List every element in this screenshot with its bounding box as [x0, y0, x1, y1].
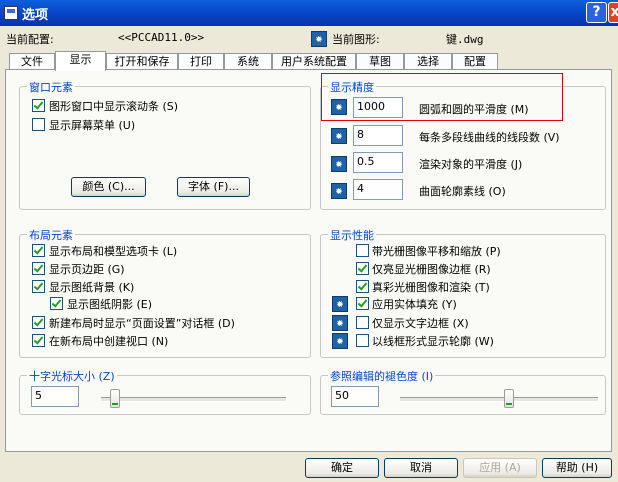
contour-lines-label: 曲面轮廓素线 (O) — [419, 185, 506, 198]
raster-frame-label: 仅亮显光栅图像边框 (R) — [372, 263, 491, 276]
layout-tabs-label: 显示布局和模型选项卡 (L) — [49, 245, 178, 258]
title-bar: 选项 ? x — [0, 0, 618, 26]
contour-lines-input[interactable]: 4 — [353, 179, 403, 200]
wireframe-silhouette-label: 以线框形式显示轮廓 (W) — [372, 335, 494, 348]
current-config-value: <<PCCAD11.0>> — [118, 31, 205, 44]
help-button[interactable]: 帮助 (H) — [542, 458, 612, 478]
tab-drafting[interactable]: 草图 — [356, 53, 404, 70]
current-drawing-value: 键.dwg — [446, 33, 484, 46]
wireframe-silhouette-checkbox[interactable] — [356, 334, 369, 347]
page-setup-label: 新建布局时显示“页面设置”对话框 (D) — [49, 317, 235, 330]
tab-profiles[interactable]: 配置 — [452, 53, 498, 70]
ok-button[interactable]: 确定 — [305, 458, 379, 478]
xref-fade-title: 参照编辑的褪色度 (I) — [328, 368, 436, 384]
help-title-button[interactable]: ? — [586, 2, 607, 23]
layout-tabs-checkbox[interactable] — [32, 244, 45, 257]
margins-checkbox[interactable] — [32, 262, 45, 275]
fonts-button[interactable]: 字体 (F)... — [177, 177, 250, 197]
tab-display[interactable]: 显示 — [55, 51, 106, 71]
layout-elements-title: 布局元素 — [27, 227, 75, 243]
margins-label: 显示页边距 (G) — [49, 263, 125, 276]
screen-menu-label: 显示屏幕菜单 (U) — [49, 119, 136, 132]
crosshair-slider-thumb[interactable] — [110, 389, 120, 408]
create-viewport-label: 在新布局中创建视口 (N) — [49, 335, 169, 348]
tab-open-save[interactable]: 打开和保存 — [106, 53, 178, 70]
paper-background-checkbox[interactable] — [32, 280, 45, 293]
paper-background-label: 显示图纸背景 (K) — [49, 281, 135, 294]
window-title: 选项 — [22, 8, 49, 23]
colors-button[interactable]: 颜色 (C)... — [71, 177, 146, 197]
scrollbars-label: 图形窗口中显示滚动条 (S) — [49, 100, 179, 113]
text-frame-label: 仅显示文字边框 (X) — [372, 317, 469, 330]
window-elements-title: 窗口元素 — [27, 79, 75, 95]
crosshair-size-title: 十字光标大小 (Z) — [27, 368, 117, 384]
tab-plot[interactable]: 打印 — [178, 53, 224, 70]
xref-fade-slider-thumb[interactable] — [504, 389, 514, 408]
render-smoothness-input[interactable]: 0.5 — [353, 152, 403, 173]
scrollbars-checkbox[interactable] — [32, 99, 45, 112]
screen-menu-checkbox[interactable] — [32, 118, 45, 131]
tab-user-preferences[interactable]: 用户系统配置 — [272, 53, 356, 70]
text-frame-icon — [332, 315, 348, 331]
solid-fill-checkbox[interactable] — [356, 297, 369, 310]
text-frame-checkbox[interactable] — [356, 316, 369, 329]
cancel-button[interactable]: 取消 — [384, 458, 458, 478]
paper-shadow-checkbox[interactable] — [50, 297, 63, 310]
solid-fill-label: 应用实体填充 (Y) — [372, 298, 457, 311]
tab-selection[interactable]: 选择 — [404, 53, 452, 70]
apply-button[interactable]: 应用 (A) — [463, 458, 537, 478]
current-config-label: 当前配置: — [6, 33, 54, 46]
current-drawing-label: 当前图形: — [332, 33, 380, 46]
polyline-segments-icon — [331, 128, 347, 144]
page-setup-checkbox[interactable] — [32, 316, 45, 329]
polyline-segments-input[interactable]: 8 — [353, 125, 403, 146]
create-viewport-checkbox[interactable] — [32, 334, 45, 347]
render-smoothness-label: 渲染对象的平滑度 (J) — [419, 158, 523, 171]
true-color-checkbox[interactable] — [356, 280, 369, 293]
tab-files[interactable]: 文件 — [9, 53, 55, 70]
raster-frame-checkbox[interactable] — [356, 262, 369, 275]
app-icon — [4, 6, 18, 20]
tab-system[interactable]: 系统 — [224, 53, 272, 70]
xref-fade-input[interactable]: 50 — [331, 386, 379, 407]
xref-fade-slider-track[interactable] — [400, 397, 598, 402]
contour-lines-icon — [331, 183, 347, 199]
drawing-icon — [311, 31, 327, 47]
render-smoothness-icon — [331, 156, 347, 172]
highlight-box — [321, 73, 563, 121]
crosshair-size-input[interactable]: 5 — [31, 386, 79, 407]
solid-fill-icon — [332, 296, 348, 312]
close-button[interactable]: x — [608, 2, 618, 23]
paper-shadow-label: 显示图纸阴影 (E) — [67, 298, 153, 311]
polyline-segments-label: 每条多段线曲线的线段数 (V) — [419, 131, 560, 144]
true-color-label: 真彩光栅图像和渲染 (T) — [372, 281, 490, 294]
raster-pan-zoom-label: 带光栅图像平移和缩放 (P) — [372, 245, 501, 258]
wireframe-silhouette-icon — [332, 333, 348, 349]
display-performance-title: 显示性能 — [328, 227, 376, 243]
crosshair-slider-track[interactable] — [101, 397, 286, 402]
raster-pan-zoom-checkbox[interactable] — [356, 244, 369, 257]
